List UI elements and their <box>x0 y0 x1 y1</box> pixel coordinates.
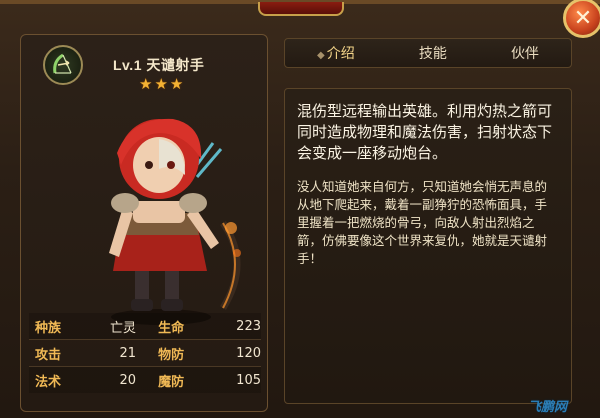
close-icon: ✕ <box>573 5 593 31</box>
hero-stats-table: 种族 亡灵 生命 223 攻击 21 物防 120 法术 20 魔防 105 <box>29 313 261 393</box>
hero-info-window: ✕ Lv.1 天谴射手 ★ ★ ★ 种族 亡灵 生命 223 攻击 21 物防 … <box>0 0 600 418</box>
tab-skills[interactable]: 技能 <box>411 39 455 67</box>
tab-partners[interactable]: 伙伴 <box>503 39 547 67</box>
stat-label-attack: 攻击 <box>35 347 62 363</box>
stat-row: 法术 20 魔防 105 <box>29 367 261 393</box>
hero-description-panel: 混伤型远程输出英雄。利用灼热之箭可同时造成物理和魔法伤害，扫射状态下会变成一座移… <box>284 88 572 404</box>
tab-skills-label: 技能 <box>418 46 447 62</box>
close-button[interactable]: ✕ <box>563 0 600 38</box>
hero-star-rating: ★ ★ ★ <box>139 75 183 93</box>
stat-label-spell: 法术 <box>35 374 62 390</box>
stat-value-hp: 223 <box>236 318 261 334</box>
tab-intro[interactable]: ◆ 介绍 <box>309 39 363 67</box>
star-icon: ★ <box>139 75 153 93</box>
tab-partners-label: 伙伴 <box>510 46 539 62</box>
star-icon: ★ <box>154 75 168 93</box>
hero-lore-text: 没人知道她来自何方，只知道她会悄无声息的从地下爬起来，戴着一副狰狞的恐怖面具，手… <box>297 179 548 266</box>
stat-label-physical-defense: 物防 <box>158 347 185 363</box>
stat-label-race: 种族 <box>35 320 62 336</box>
site-watermark: 飞鹏网 <box>528 400 568 415</box>
hero-portrait-panel: Lv.1 天谴射手 ★ ★ ★ 种族 亡灵 生命 223 攻击 21 物防 12… <box>20 34 268 412</box>
stat-value-spell: 20 <box>119 372 137 388</box>
stat-row: 攻击 21 物防 120 <box>29 340 261 367</box>
stat-value-magic-defense: 105 <box>236 372 261 388</box>
bow-icon <box>43 45 83 85</box>
stat-label-hp: 生命 <box>158 320 185 336</box>
stat-row: 种族 亡灵 生命 223 <box>29 313 261 340</box>
hero-character-model <box>109 118 241 325</box>
stat-value-physical-defense: 120 <box>236 345 261 361</box>
stat-value-race: 亡灵 <box>110 320 137 336</box>
window-top-ornament <box>258 2 344 16</box>
tab-intro-label: 介绍 <box>326 46 355 62</box>
info-tab-bar: ◆ 介绍 技能 伙伴 <box>284 38 572 68</box>
hero-summary-text: 混伤型远程输出英雄。利用灼热之箭可同时造成物理和魔法伤害，扫射状态下会变成一座移… <box>297 102 553 162</box>
star-icon: ★ <box>169 75 184 93</box>
tab-selected-marker-icon: ◆ <box>317 50 325 61</box>
stat-value-attack: 21 <box>119 345 137 361</box>
stat-label-magic-defense: 魔防 <box>158 374 185 390</box>
hero-name: Lv.1 天谴射手 <box>113 57 205 73</box>
